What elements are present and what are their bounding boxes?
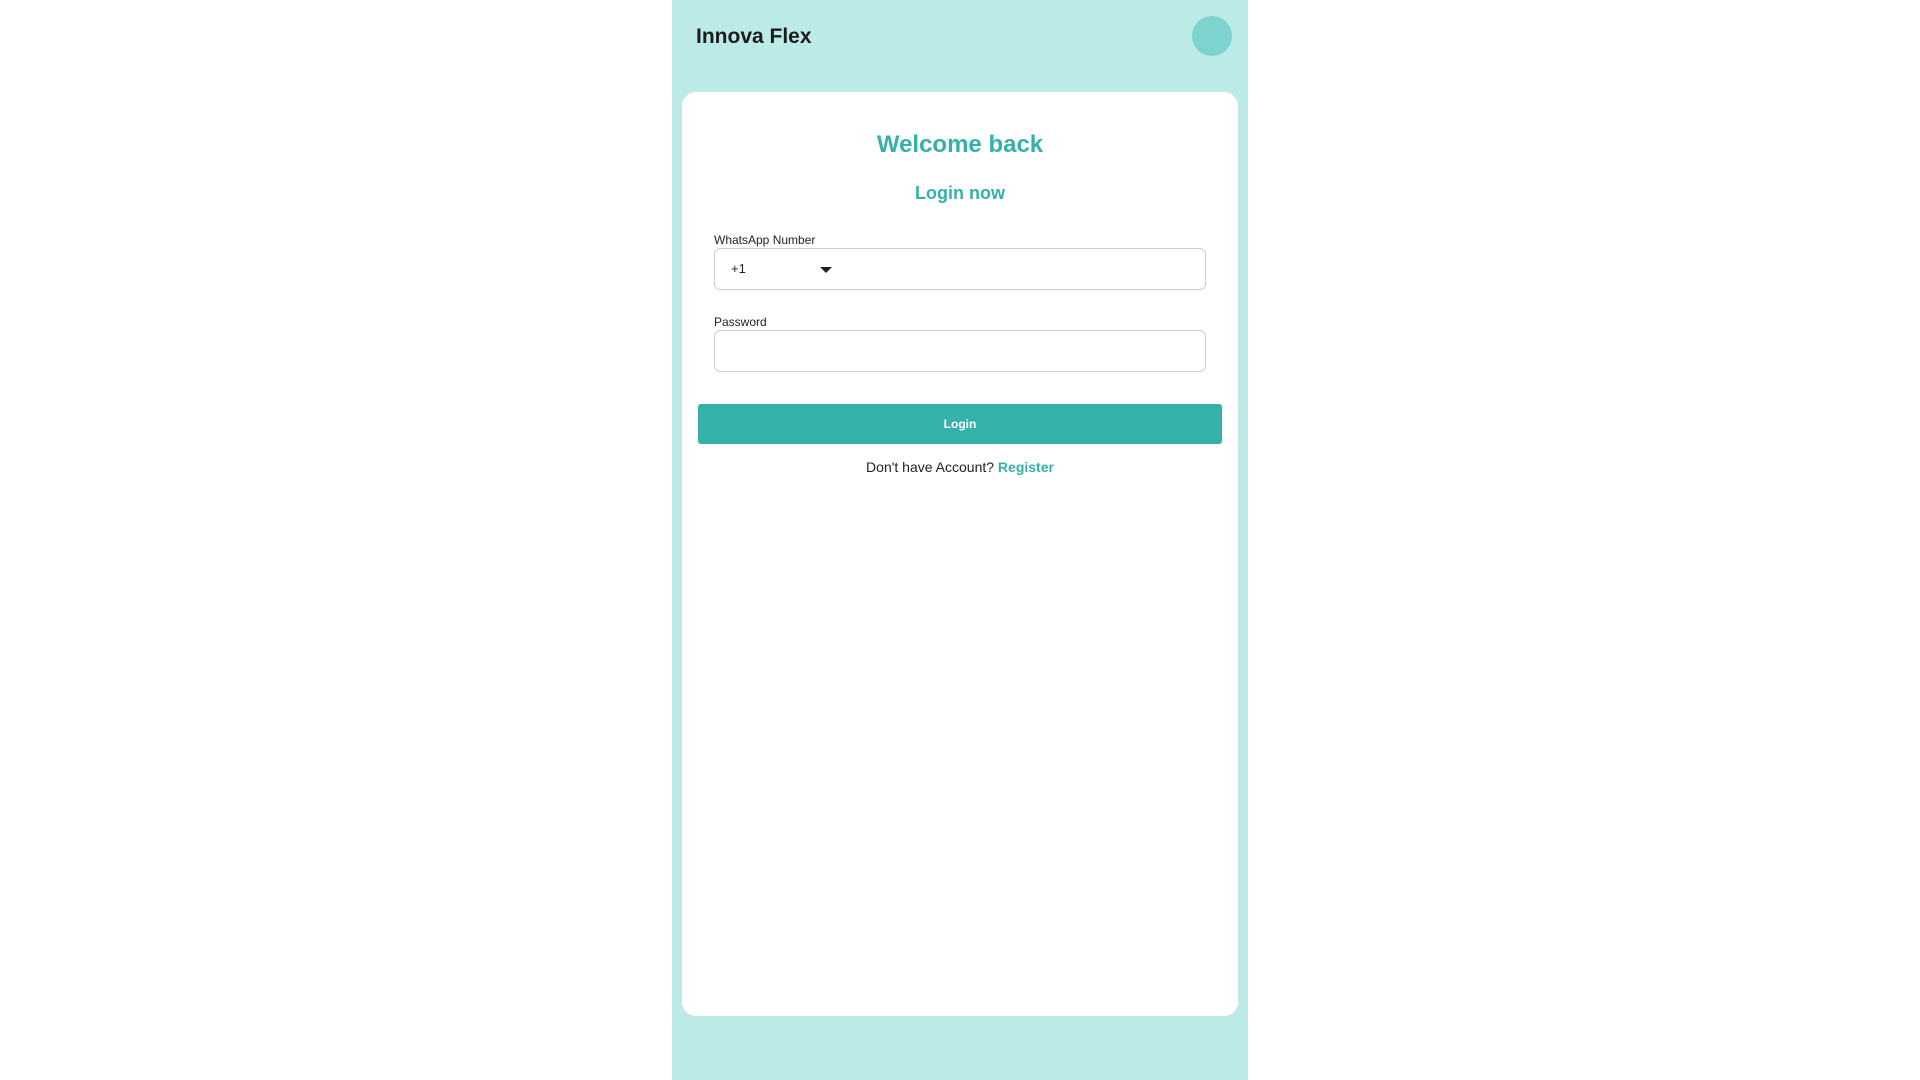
password-label: Password [714,315,767,329]
app-title: Innova Flex [696,25,812,48]
phone-number-input[interactable] [841,249,1205,289]
avatar[interactable] [1192,16,1232,56]
whatsapp-number-label: WhatsApp Number [714,233,816,247]
app-frame: Innova Flex Welcome back Login now Whats… [672,0,1248,1080]
register-prompt-text: Don't have Account? [866,459,995,475]
password-input[interactable] [715,331,1205,371]
whatsapp-number-field: +1 [714,248,1206,290]
app-header: Innova Flex [672,0,1248,72]
password-field [714,330,1206,372]
login-subheading: Login now [915,183,1005,203]
country-code-select[interactable]: +1 [715,249,841,289]
login-button[interactable]: Login [698,404,1222,444]
country-code-value: +1 [731,261,746,276]
welcome-heading: Welcome back [876,131,1044,158]
register-prompt-line: Don't have Account? Register [682,458,1238,476]
register-link[interactable]: Register [998,459,1054,475]
login-card: Welcome back Login now WhatsApp Number +… [682,92,1238,1016]
chevron-down-icon [820,267,832,273]
